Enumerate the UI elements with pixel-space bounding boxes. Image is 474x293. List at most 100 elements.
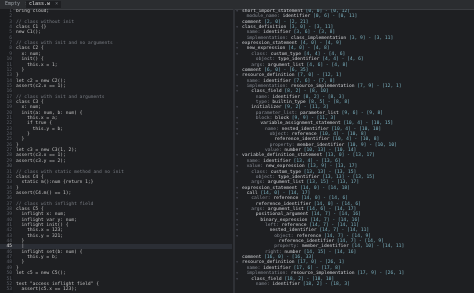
code-text: assert(C4.m() == 1); [16, 190, 72, 196]
code-text: init(a: num, b: num) { [16, 110, 83, 116]
line-number: 30 [6, 164, 12, 170]
chevron-down-icon[interactable]: ▾ [236, 196, 240, 201]
chevron-down-icon[interactable]: ▾ [236, 277, 240, 282]
code-text: } [16, 260, 25, 266]
chevron-down-icon[interactable]: ▾ [236, 25, 240, 30]
code-text: init() { [16, 57, 44, 63]
tree-node-text: initializer [9, 2] - [11, 3] [251, 105, 329, 111]
code-text: inflight set(b: num) { [16, 249, 83, 255]
line-number: 48 [6, 260, 12, 266]
line-number: 23 [6, 126, 12, 132]
line-number: 6 [9, 35, 12, 41]
code-text: static m():num {return 1;} [16, 180, 94, 186]
chevron-down-icon[interactable]: ▾ [236, 260, 240, 265]
chevron-down-icon[interactable]: ▾ [236, 170, 240, 175]
code-text: } [16, 137, 25, 143]
line-number: 34 [6, 185, 12, 191]
chevron-down-icon[interactable]: ▾ [236, 218, 240, 223]
close-icon[interactable]: × [55, 1, 58, 7]
line-number: 26 [6, 142, 12, 148]
line-number: 17 [6, 94, 12, 100]
chevron-down-icon[interactable]: ▾ [236, 73, 240, 78]
pane-divider[interactable] [233, 9, 235, 293]
syntax-tree-panel[interactable]: ▾ short_import_statement [0, 0] - [0, 12]… [236, 9, 474, 293]
tree-node-text: class_field [18, 2] - [18, 10] [251, 276, 335, 282]
tree-node-text: class_field [8, 2] - [8, 10] [251, 89, 329, 95]
chevron-down-icon[interactable]: ▾ [236, 132, 240, 137]
tree-node-text: positional_argument [14, 7] - [14, 16] [255, 212, 361, 218]
code-editor[interactable]: 1 bring cloud; 2 3// class without init 4 cla… [0, 9, 232, 293]
line-number: 45 [6, 244, 12, 250]
tree-node-text: value: new_expression [13, 9] - [13, 17] [246, 164, 358, 170]
chevron-down-icon[interactable]: ▾ [236, 52, 240, 57]
tree-node-text: name: identifier [18, 2] - [18, 3] [255, 281, 350, 287]
line-number: 43 [6, 233, 12, 239]
chevron-down-icon[interactable]: ▾ [236, 212, 240, 217]
code-text: this.y = 321; [16, 233, 64, 239]
chevron-down-icon[interactable]: ▾ [236, 46, 240, 51]
chevron-down-icon[interactable]: ▾ [236, 9, 240, 14]
chevron-down-icon[interactable]: ▾ [236, 271, 240, 276]
code-text: assert(c3.y == 2); [16, 158, 66, 164]
code-text: x: num; [16, 105, 41, 111]
chevron-down-icon[interactable]: ▾ [236, 191, 240, 196]
chevron-down-icon[interactable]: ▾ [236, 89, 240, 94]
code-text: // class without init [16, 19, 75, 25]
tree-node-text: name: identifier [3, 6] - [3, 8] [246, 30, 336, 36]
tree-node-text: implementation: resource_implementation … [246, 271, 405, 277]
line-number: 33 [6, 180, 12, 186]
tree-node-text: name: nested_identifier [10, 4] - [10, 1… [265, 126, 382, 132]
code-text: this.x = 1; [16, 62, 58, 68]
line-number: 28 [6, 153, 12, 159]
tree-node-text: new_expression [4, 0] - [4, 8] [246, 46, 330, 52]
chevron-down-icon[interactable]: ▾ [236, 121, 240, 126]
chevron-down-icon[interactable]: ▾ [236, 84, 240, 89]
line-number: 42 [6, 228, 12, 234]
line-number: 51 [6, 276, 12, 282]
line-number: 19 [6, 105, 12, 111]
chevron-down-icon[interactable]: ▾ [236, 234, 240, 239]
tree-node-text: binary_expression [14, 7] - [14, 16] [260, 217, 360, 223]
code-text: let c2 = new C2(); [16, 78, 66, 84]
tab-class-w[interactable]: class.w × [26, 1, 62, 8]
tree-node-text: comment [2, 0] - [2, 21] [242, 19, 309, 25]
line-number: 20 [6, 110, 12, 116]
tree-node-text: name: identifier [7, 6] - [7, 8] [246, 78, 336, 84]
code-text: inflight var y: num; [16, 217, 77, 223]
code-text: assert(c5.x == 123); [16, 287, 77, 293]
line-number: 8 [9, 46, 12, 52]
tree-node-text: expression_statement [14, 0] - [14, 18] [242, 185, 350, 191]
code-text: if true { [16, 121, 52, 127]
line-number: 2 [9, 14, 12, 20]
current-code-line[interactable]: 45 | [0, 244, 232, 250]
tree-node-text: resource_definition [7, 0] - [12, 1] [242, 73, 342, 79]
chevron-down-icon[interactable]: ▾ [236, 223, 240, 228]
tree-node-text: args: argument_list [13, 15] - [13, 17] [251, 180, 360, 186]
tree-node-text: module_name: identifier [0, 6] - [0, 11] [246, 14, 358, 20]
chevron-down-icon[interactable]: ▾ [236, 153, 240, 158]
chevron-down-icon[interactable]: ▾ [236, 164, 240, 169]
code-text: assert(c2.x == 1); [16, 83, 66, 89]
line-number: 3 [9, 19, 12, 25]
chevron-down-icon[interactable]: ▾ [236, 41, 240, 46]
chevron-down-icon[interactable]: ▾ [236, 127, 240, 132]
code-text: // class with inflight field [16, 201, 94, 207]
code-text: bring cloud; [16, 9, 50, 14]
line-number: 40 [6, 217, 12, 223]
tree-node-text: object: reference [14, 7] - [14, 9] [274, 233, 372, 239]
chevron-down-icon[interactable]: ▾ [236, 116, 240, 121]
chevron-down-icon[interactable]: ▾ [236, 228, 240, 233]
tab-label: Empty [5, 1, 21, 7]
line-number: 10 [6, 57, 12, 63]
line-number: 16 [6, 89, 12, 95]
tree-node-text: resource_definition [17, 0] - [26, 1] [242, 260, 345, 266]
tree-node-text: name: identifier [8, 2] - [8, 3] [255, 94, 345, 100]
chevron-down-icon[interactable]: ▾ [236, 207, 240, 212]
chevron-down-icon[interactable]: ▾ [236, 105, 240, 110]
chevron-down-icon[interactable]: ▾ [236, 186, 240, 191]
tree-node-text: caller: reference [14, 0] - [14, 6] [251, 196, 349, 202]
tree-node-text: right: number [14, 15] - [14, 16] [265, 249, 357, 255]
code-text: this.x = 123; [16, 228, 64, 234]
code-text: let c5 = new C5(); [16, 271, 66, 277]
line-number: 11 [6, 62, 12, 68]
